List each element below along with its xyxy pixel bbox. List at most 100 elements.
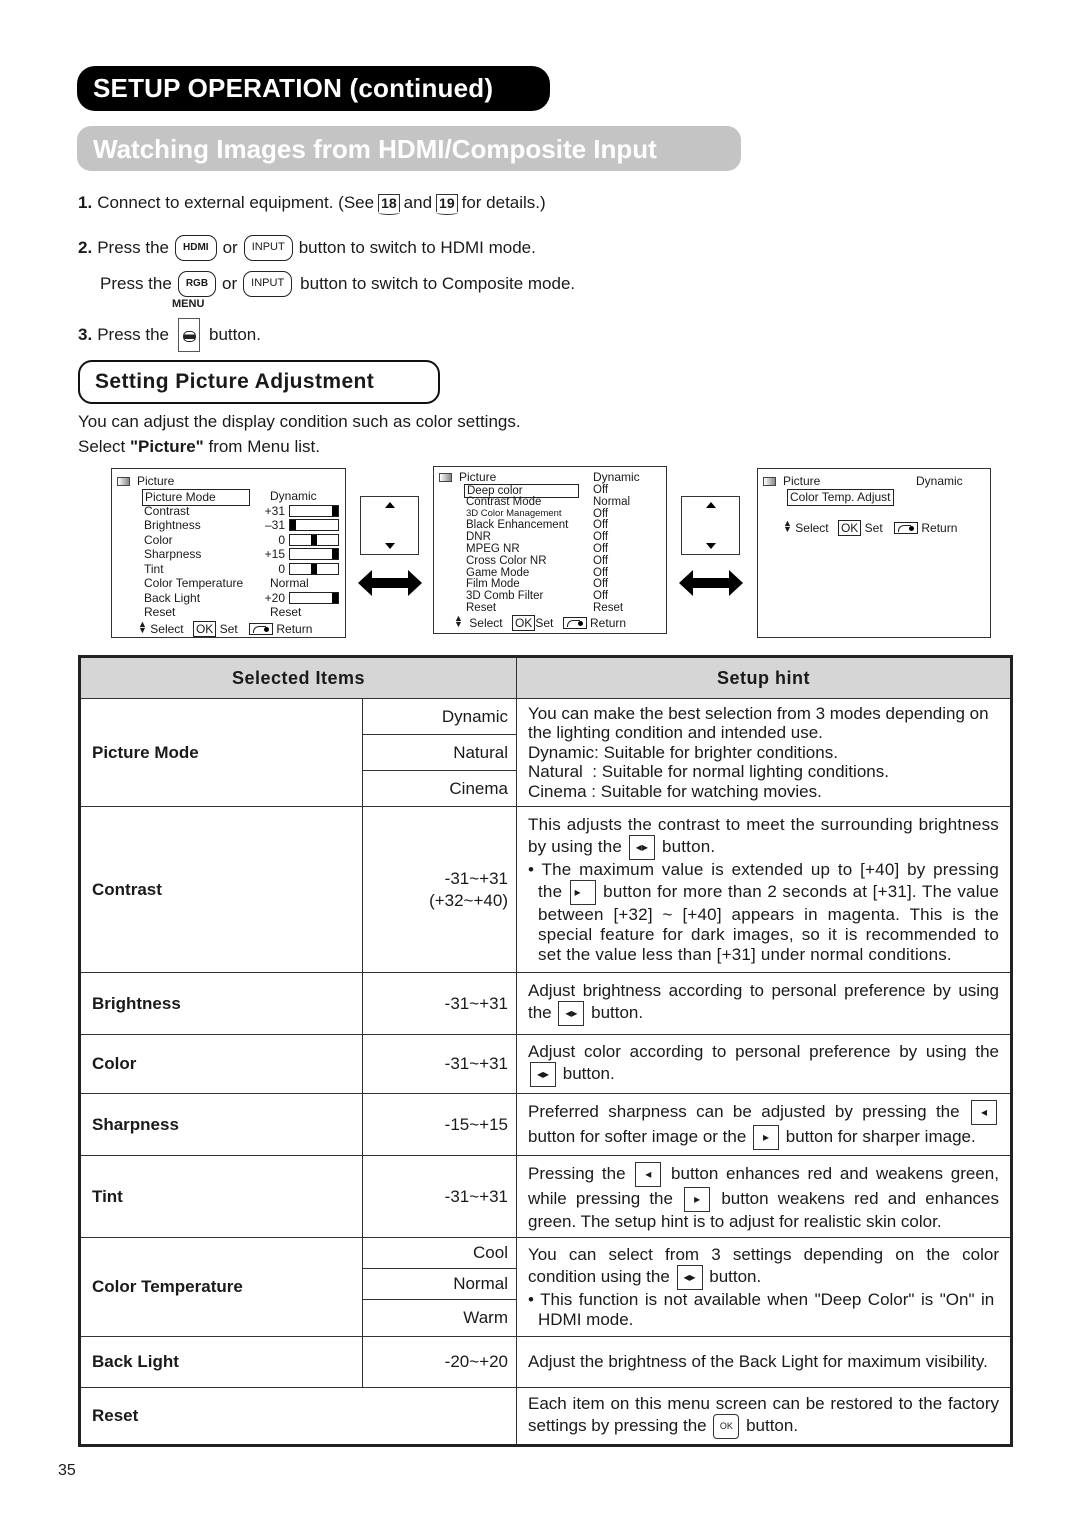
return-label: Return — [590, 616, 627, 630]
ok-icon: OK — [511, 615, 536, 631]
table-row: Brightness -31~+31 Adjust brightness acc… — [79, 972, 1012, 1035]
range-extended: (+32~+40) — [429, 890, 508, 910]
scroll-down-icon — [706, 543, 716, 549]
intro-text: You can adjust the display condition suc… — [78, 412, 521, 431]
hint-text: button. — [661, 836, 716, 856]
hint-tint: Pressing the button enhances red and wea… — [516, 1155, 1012, 1238]
osd-item-label: Contrast Mode — [466, 495, 542, 508]
intro-text-bold: "Picture" — [129, 437, 204, 456]
hint-text: Pressing the — [528, 1163, 626, 1183]
table-row: Color -31~+31 Adjust color according to … — [79, 1034, 1012, 1094]
hint-text: Natural : Suitable for normal lighting c… — [528, 762, 889, 782]
header-selected-items: Selected Items — [79, 656, 517, 699]
osd-item-color-temp-adjust[interactable]: Color Temp. Adjust — [787, 489, 894, 506]
osd-item[interactable]: Color Temperature Normal — [112, 576, 345, 591]
option-normal: Normal — [362, 1268, 517, 1300]
item-color: Color — [79, 1034, 363, 1094]
step-number: 2. — [78, 238, 93, 257]
osd-level-bar[interactable] — [289, 562, 339, 575]
return-label: Return — [921, 521, 958, 535]
ok-icon: OK — [192, 621, 217, 637]
osd-item[interactable]: Tint 0 — [112, 562, 345, 577]
step-2: 2. Press the HDMI or INPUT button to swi… — [78, 235, 536, 261]
step-text: Connect to external equipment. (See — [97, 193, 375, 212]
osd-item-label: Brightness — [144, 518, 201, 532]
step-text: button to switch to HDMI mode. — [298, 238, 536, 257]
osd-footer: ▲ ▼ Select OK Set Return — [138, 620, 345, 637]
osd-level-bar[interactable] — [289, 533, 339, 546]
set-label: Set — [864, 521, 883, 535]
step-text: for details.) — [461, 193, 546, 212]
osd-item-label: Sharpness — [144, 547, 202, 561]
left-button-icon — [635, 1161, 662, 1187]
osd-color-temp-menu: Picture Dynamic Color Temp. Adjust ▲ ▼ Se… — [757, 468, 991, 638]
hint-sharpness: Preferred sharpness can be adjusted by p… — [516, 1093, 1012, 1156]
step-text: Press the — [97, 238, 169, 257]
osd-item-label: DNR — [466, 531, 491, 544]
hint-picture-mode: You can make the best selection from 3 m… — [516, 698, 1012, 807]
osd-level-marker — [311, 534, 317, 545]
step-1: 1. Connect to external equipment. (See 1… — [78, 193, 546, 215]
ok-button-icon: OK — [713, 1413, 740, 1439]
return-icon — [249, 623, 274, 635]
osd-title: Picture — [137, 474, 175, 488]
select-label: Select — [150, 622, 184, 636]
osd-item-label: Cross Color NR — [466, 554, 547, 567]
option-dynamic: Dynamic — [362, 698, 517, 735]
hint-text: button. — [746, 1415, 799, 1435]
osd-item[interactable]: Back Light +20 — [112, 591, 345, 606]
left-right-button-icon — [676, 1264, 703, 1290]
input-button-icon: INPUT — [243, 235, 293, 261]
osd-item-value: Off — [593, 519, 609, 532]
osd-level-marker — [332, 592, 338, 603]
item-sharpness: Sharpness — [79, 1093, 363, 1156]
select-label: Select — [469, 616, 503, 630]
step-text: Press the — [100, 274, 172, 293]
osd-item[interactable]: Brightness –31 — [112, 518, 345, 533]
osd-footer: ▲ ▼ Select OK Set Return — [454, 614, 666, 631]
step-text: and — [403, 193, 433, 212]
osd-item[interactable]: Sharpness +15 — [112, 547, 345, 562]
option-natural: Natural — [362, 734, 517, 771]
osd-picture-submenu: Picture Dynamic Deep color Off Contrast Mo… — [433, 466, 667, 634]
osd-mode: Dynamic — [916, 474, 963, 488]
osd-level-bar[interactable] — [289, 504, 339, 517]
right-button-icon — [684, 1186, 711, 1212]
osd-item-value: Off — [593, 590, 609, 603]
osd-level-bar[interactable] — [289, 591, 339, 604]
osd-item-value: Reset — [593, 602, 624, 614]
return-label: Return — [276, 622, 313, 636]
osd-level-marker — [332, 505, 338, 516]
hint-text: Dynamic: Suitable for brighter condition… — [528, 742, 838, 762]
osd-item-label: Reset — [144, 605, 176, 619]
item-reset: Reset — [79, 1387, 517, 1446]
osd-item[interactable]: Picture Mode Dynamic — [112, 489, 345, 506]
step-text: or — [222, 238, 238, 257]
osd-level-bar[interactable] — [289, 519, 339, 531]
osd-item-value: Normal — [270, 576, 309, 590]
set-label: Set — [219, 622, 238, 636]
osd-item-value: +20 — [264, 590, 285, 605]
osd-item[interactable]: Color 0 — [112, 533, 345, 548]
osd-picture-menu: Picture Picture Mode Dynamic Contrast +31 Br… — [111, 468, 346, 638]
osd-level-bar[interactable] — [289, 548, 339, 560]
intro-text-2: Select "Picture" from Menu list. — [78, 437, 320, 457]
hint-color: Adjust color according to personal prefe… — [516, 1034, 1012, 1094]
range-contrast: -31~+31 (+32~+40) — [362, 806, 517, 973]
osd-item-value: 0 — [278, 561, 285, 576]
intro-text-part: Select — [78, 437, 130, 456]
return-icon — [562, 617, 587, 629]
picture-menu-icon — [763, 477, 776, 486]
scroll-indicator — [360, 496, 419, 555]
osd-item[interactable]: Contrast +31 — [112, 504, 345, 519]
hint-brightness: Adjust brightness according to personal … — [516, 972, 1012, 1035]
hint-text: button for more than 2 seconds at [+31].… — [538, 881, 999, 964]
return-icon — [894, 522, 919, 534]
page-number: 35 — [58, 1462, 76, 1479]
osd-item[interactable]: Reset Reset — [112, 605, 345, 620]
table-row: Sharpness -15~+15 Preferred sharpness ca… — [79, 1093, 1012, 1156]
osd-item-value: +15 — [264, 547, 285, 561]
subsection-banner: Watching Images from HDMI/Composite Inpu… — [77, 126, 741, 171]
left-right-button-icon — [629, 834, 656, 860]
header-setup-hint: Setup hint — [516, 656, 1012, 699]
